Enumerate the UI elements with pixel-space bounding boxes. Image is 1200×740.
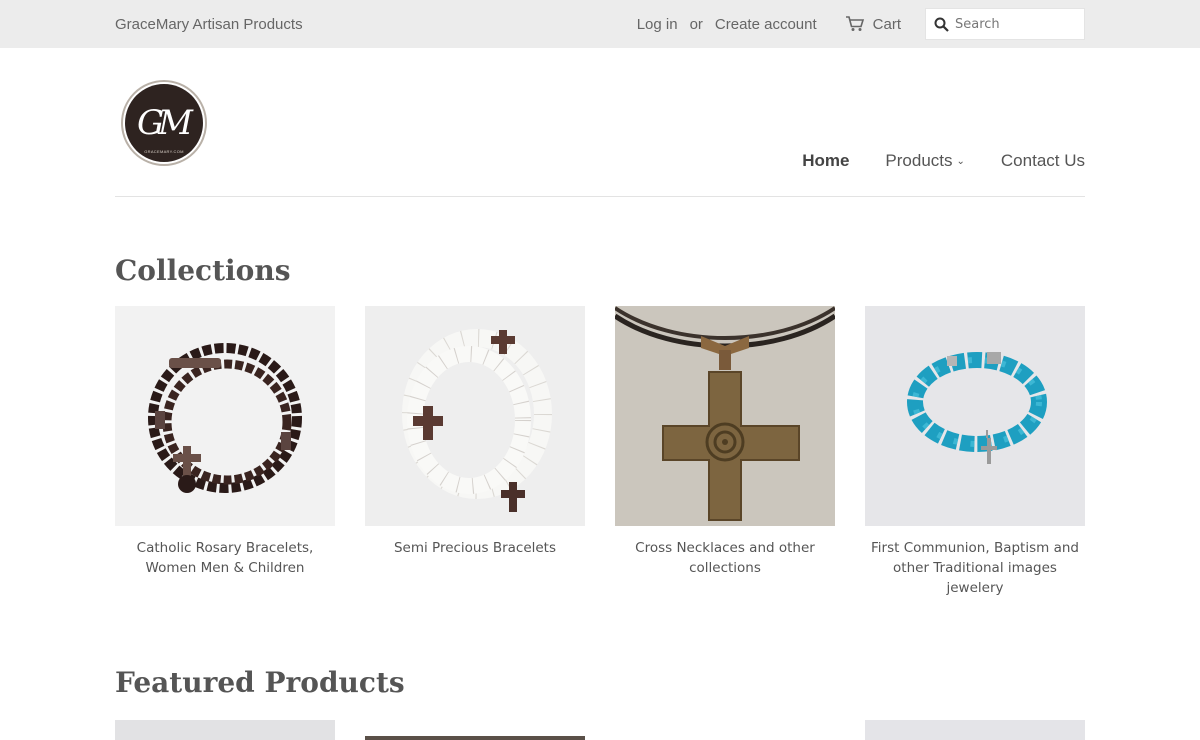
collection-label[interactable]: First Communion, Baptism and other Tradi… xyxy=(865,538,1085,598)
featured-heading: Featured Products xyxy=(115,666,405,699)
collection-label[interactable]: Cross Necklaces and other collections xyxy=(615,538,835,578)
logo-monogram: GM xyxy=(137,103,193,143)
white-bead-bracelet-image[interactable] xyxy=(365,306,585,526)
site-logo[interactable]: GM GRACEMARY.COM xyxy=(121,80,207,166)
or-text: or xyxy=(689,15,703,33)
logo-badge: GM GRACEMARY.COM xyxy=(125,84,203,162)
nav-products-label: Products xyxy=(885,151,953,170)
featured-product-image[interactable] xyxy=(365,720,585,740)
collections-heading: Collections xyxy=(115,254,291,287)
account-links: Log in or Create account Cart xyxy=(637,0,1085,48)
collection-label[interactable]: Semi Precious Bracelets xyxy=(365,538,585,558)
main-nav: Home Products ⌄ Contact Us xyxy=(766,151,1085,171)
top-bar: GraceMary Artisan Products Log in or Cre… xyxy=(0,0,1200,48)
rosary-bracelet-image[interactable] xyxy=(115,306,335,526)
cart-label: Cart xyxy=(872,15,901,33)
cart-icon xyxy=(845,16,864,31)
nav-home[interactable]: Home xyxy=(802,151,849,171)
collections-grid: Catholic Rosary Bracelets, Women Men & C… xyxy=(115,306,1085,598)
chevron-down-icon: ⌄ xyxy=(956,156,965,168)
nav-contact[interactable]: Contact Us xyxy=(1001,151,1085,171)
create-account-link[interactable]: Create account xyxy=(715,16,817,33)
search-icon[interactable] xyxy=(934,17,949,32)
site-header: GM GRACEMARY.COM Home Products ⌄ Contact … xyxy=(0,48,1200,196)
search-box[interactable] xyxy=(925,8,1085,40)
cart-link[interactable]: Cart xyxy=(845,16,901,33)
collection-card[interactable]: Cross Necklaces and other collections xyxy=(615,306,835,598)
collection-label[interactable]: Catholic Rosary Bracelets, Women Men & C… xyxy=(115,538,335,578)
header-divider xyxy=(115,196,1085,197)
featured-product-image[interactable] xyxy=(865,720,1085,740)
collection-card[interactable]: Semi Precious Bracelets xyxy=(365,306,585,598)
logo-subtext: GRACEMARY.COM xyxy=(144,149,184,154)
cross-necklace-image[interactable] xyxy=(615,306,835,526)
search-input[interactable] xyxy=(955,16,1075,32)
shop-name[interactable]: GraceMary Artisan Products xyxy=(115,16,303,33)
login-link[interactable]: Log in xyxy=(637,16,678,33)
featured-products-grid xyxy=(115,720,1085,740)
nav-products[interactable]: Products ⌄ xyxy=(885,151,964,171)
collection-card[interactable]: Catholic Rosary Bracelets, Women Men & C… xyxy=(115,306,335,598)
featured-product-image[interactable] xyxy=(115,720,335,740)
turquoise-bracelet-image[interactable] xyxy=(865,306,1085,526)
collection-card[interactable]: First Communion, Baptism and other Tradi… xyxy=(865,306,1085,598)
featured-product-image[interactable] xyxy=(615,720,835,740)
